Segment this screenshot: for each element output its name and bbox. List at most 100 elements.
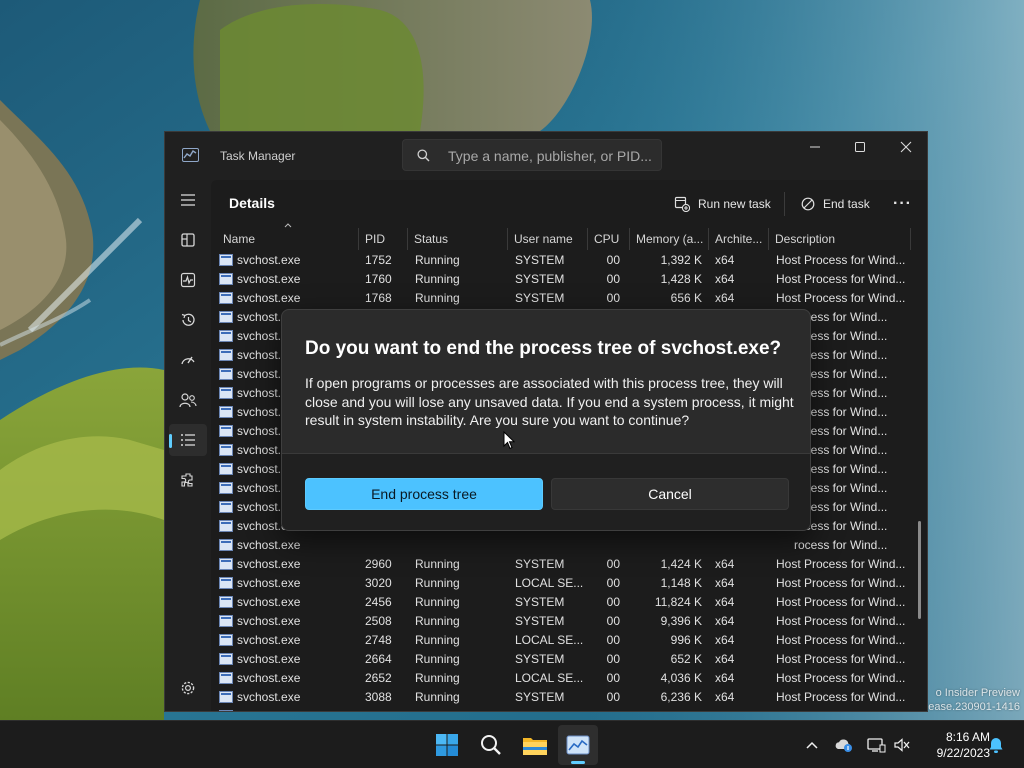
dialog-message: If open programs or processes are associ… xyxy=(305,375,794,428)
column-header-cpu[interactable]: CPU xyxy=(588,228,630,250)
nav-item-processes[interactable] xyxy=(169,224,207,256)
cell-memory: 9,396 K xyxy=(660,614,702,628)
process-icon xyxy=(219,653,233,665)
nav-item-services[interactable] xyxy=(169,464,207,496)
cell-architecture: x64 xyxy=(715,557,735,571)
maximize-button[interactable] xyxy=(837,132,883,162)
cancel-button[interactable]: Cancel xyxy=(551,478,789,510)
nav-menu-button[interactable] xyxy=(169,184,207,216)
table-row[interactable]: svchost.exe 1768 Running SYSTEM 00 656 K x64 Ho… xyxy=(211,289,911,308)
column-header-pid[interactable]: PID xyxy=(359,228,408,250)
processes-icon xyxy=(181,233,195,247)
cell-status: Running xyxy=(415,707,505,711)
cell-user-name xyxy=(515,536,585,555)
table-row[interactable]: svchost.exe 2652 Running LOCAL SE... 00 4,036… xyxy=(211,669,911,688)
cell-status: Running xyxy=(415,272,460,286)
network-tray-button[interactable] xyxy=(866,735,886,755)
performance-icon xyxy=(180,272,196,288)
search-input[interactable] xyxy=(448,146,653,166)
cell-cpu: 00 xyxy=(606,576,620,590)
nav-item-performance[interactable] xyxy=(169,264,207,296)
cell-memory: 1,148 K xyxy=(660,576,702,590)
clock[interactable]: 8:16 AM 9/22/2023 xyxy=(920,729,990,761)
nav-item-settings[interactable] xyxy=(169,672,207,704)
table-row[interactable]: svchost.exe 3116 Running SYSTEM00 860 K x64 Ho… xyxy=(211,707,911,711)
clock-date: 9/22/2023 xyxy=(936,746,990,760)
table-row[interactable]: svchost.exe 2664 Running SYSTEM 00 652 K x64 Ho… xyxy=(211,650,911,669)
file-explorer-icon xyxy=(523,738,547,755)
search-box[interactable] xyxy=(402,139,662,171)
table-row[interactable]: svchost.exe 2748 Running LOCAL SE... 00 996 K… xyxy=(211,631,911,650)
cell-pid: 1760 xyxy=(365,272,392,286)
notifications-button[interactable] xyxy=(986,735,1006,755)
cell-architecture: x64 xyxy=(715,253,735,267)
file-explorer-button[interactable] xyxy=(515,725,555,765)
search-icon xyxy=(481,735,501,755)
table-row[interactable]: svchost.exe 2960 Running SYSTEM 00 1,424 K x64… xyxy=(211,555,911,574)
end-task-button[interactable]: End task xyxy=(793,188,878,220)
cell-description: rocess for Wind... xyxy=(794,462,888,476)
volume-tray-button[interactable] xyxy=(892,735,912,755)
table-row[interactable]: svchost.exe 1760 Running SYSTEM 00 1,428 K x64… xyxy=(211,270,911,289)
clock-time: 8:16 AM xyxy=(945,730,990,744)
cell-cpu: 00 xyxy=(606,595,620,609)
more-options-button[interactable]: ··· xyxy=(885,188,920,220)
cell-status xyxy=(415,536,505,555)
table-row[interactable]: svchost.exe 2508 Running SYSTEM 00 9,396 K x64… xyxy=(211,612,911,631)
cell-status: Running xyxy=(415,614,460,628)
table-row[interactable]: svchost.exe 3088 Running SYSTEM 00 6,236 K x64… xyxy=(211,688,911,707)
start-button[interactable] xyxy=(427,725,467,765)
cell-user-name: LOCAL SE... xyxy=(515,671,584,685)
process-icon xyxy=(219,615,233,627)
taskbar-search-button[interactable] xyxy=(471,725,511,765)
cell-description: Host Process for Wind... xyxy=(776,614,906,628)
process-icon xyxy=(219,482,233,494)
cell-cpu: 00 xyxy=(606,253,620,267)
cell-status: Running xyxy=(415,253,460,267)
minimize-button[interactable] xyxy=(792,132,838,162)
process-icon xyxy=(219,254,233,266)
cell-name: svchost.exe xyxy=(237,690,301,704)
column-header-user-name[interactable]: User name xyxy=(508,228,588,250)
process-icon xyxy=(219,558,233,570)
cell-cpu: 00 xyxy=(606,614,620,628)
process-icon xyxy=(219,577,233,589)
vertical-scrollbar[interactable] xyxy=(918,521,921,619)
cell-user-name: LOCAL SE... xyxy=(515,576,584,590)
dialog-footer: End process tree Cancel xyxy=(282,453,810,530)
cell-memory: 11,824 K xyxy=(654,595,702,609)
task-manager-taskbar-button[interactable] xyxy=(558,725,598,765)
process-icon xyxy=(219,596,233,608)
onedrive-tray-button[interactable] xyxy=(834,735,854,755)
cell-architecture xyxy=(715,536,765,555)
show-hidden-icons-button[interactable] xyxy=(802,735,822,755)
nav-item-users[interactable] xyxy=(169,384,207,416)
cell-status: Running xyxy=(415,671,460,685)
cell-status: Running xyxy=(415,690,460,704)
cell-user-name: SYSTEM xyxy=(515,595,565,609)
table-row[interactable]: svchost.exe rocess for Wind... xyxy=(211,536,911,555)
close-button[interactable] xyxy=(883,132,927,162)
column-header-architecture[interactable]: Archite... xyxy=(709,228,769,250)
table-row[interactable]: svchost.exe 2456 Running SYSTEM 00 11,824 K x6… xyxy=(211,593,911,612)
column-header-description[interactable]: Description xyxy=(769,228,911,250)
table-row[interactable]: svchost.exe 1752 Running SYSTEM 00 1,392 K x64… xyxy=(211,251,911,270)
column-header-name[interactable]: Name xyxy=(217,228,359,250)
end-process-tree-button[interactable]: End process tree xyxy=(305,478,543,510)
watermark-line-2: ease.230901-1416 xyxy=(928,701,1020,713)
run-new-task-button[interactable]: Run new task xyxy=(666,188,779,220)
table-row[interactable]: svchost.exe 3020 Running LOCAL SE... 00 1,148… xyxy=(211,574,911,593)
cell-cpu xyxy=(588,536,620,555)
cell-description: Host Process for Wind... xyxy=(776,595,906,609)
active-app-indicator xyxy=(571,761,585,764)
cell-memory: 656 K xyxy=(670,291,702,305)
process-icon xyxy=(219,444,233,456)
column-header-memory[interactable]: Memory (a... xyxy=(630,228,709,250)
cell-memory xyxy=(630,536,702,555)
nav-item-details[interactable] xyxy=(169,424,207,456)
column-header-status[interactable]: Status xyxy=(408,228,508,250)
nav-item-app-history[interactable] xyxy=(169,304,207,336)
title-bar[interactable]: Task Manager xyxy=(165,132,927,180)
nav-item-startup-apps[interactable] xyxy=(169,344,207,376)
task-manager-icon xyxy=(566,735,590,755)
